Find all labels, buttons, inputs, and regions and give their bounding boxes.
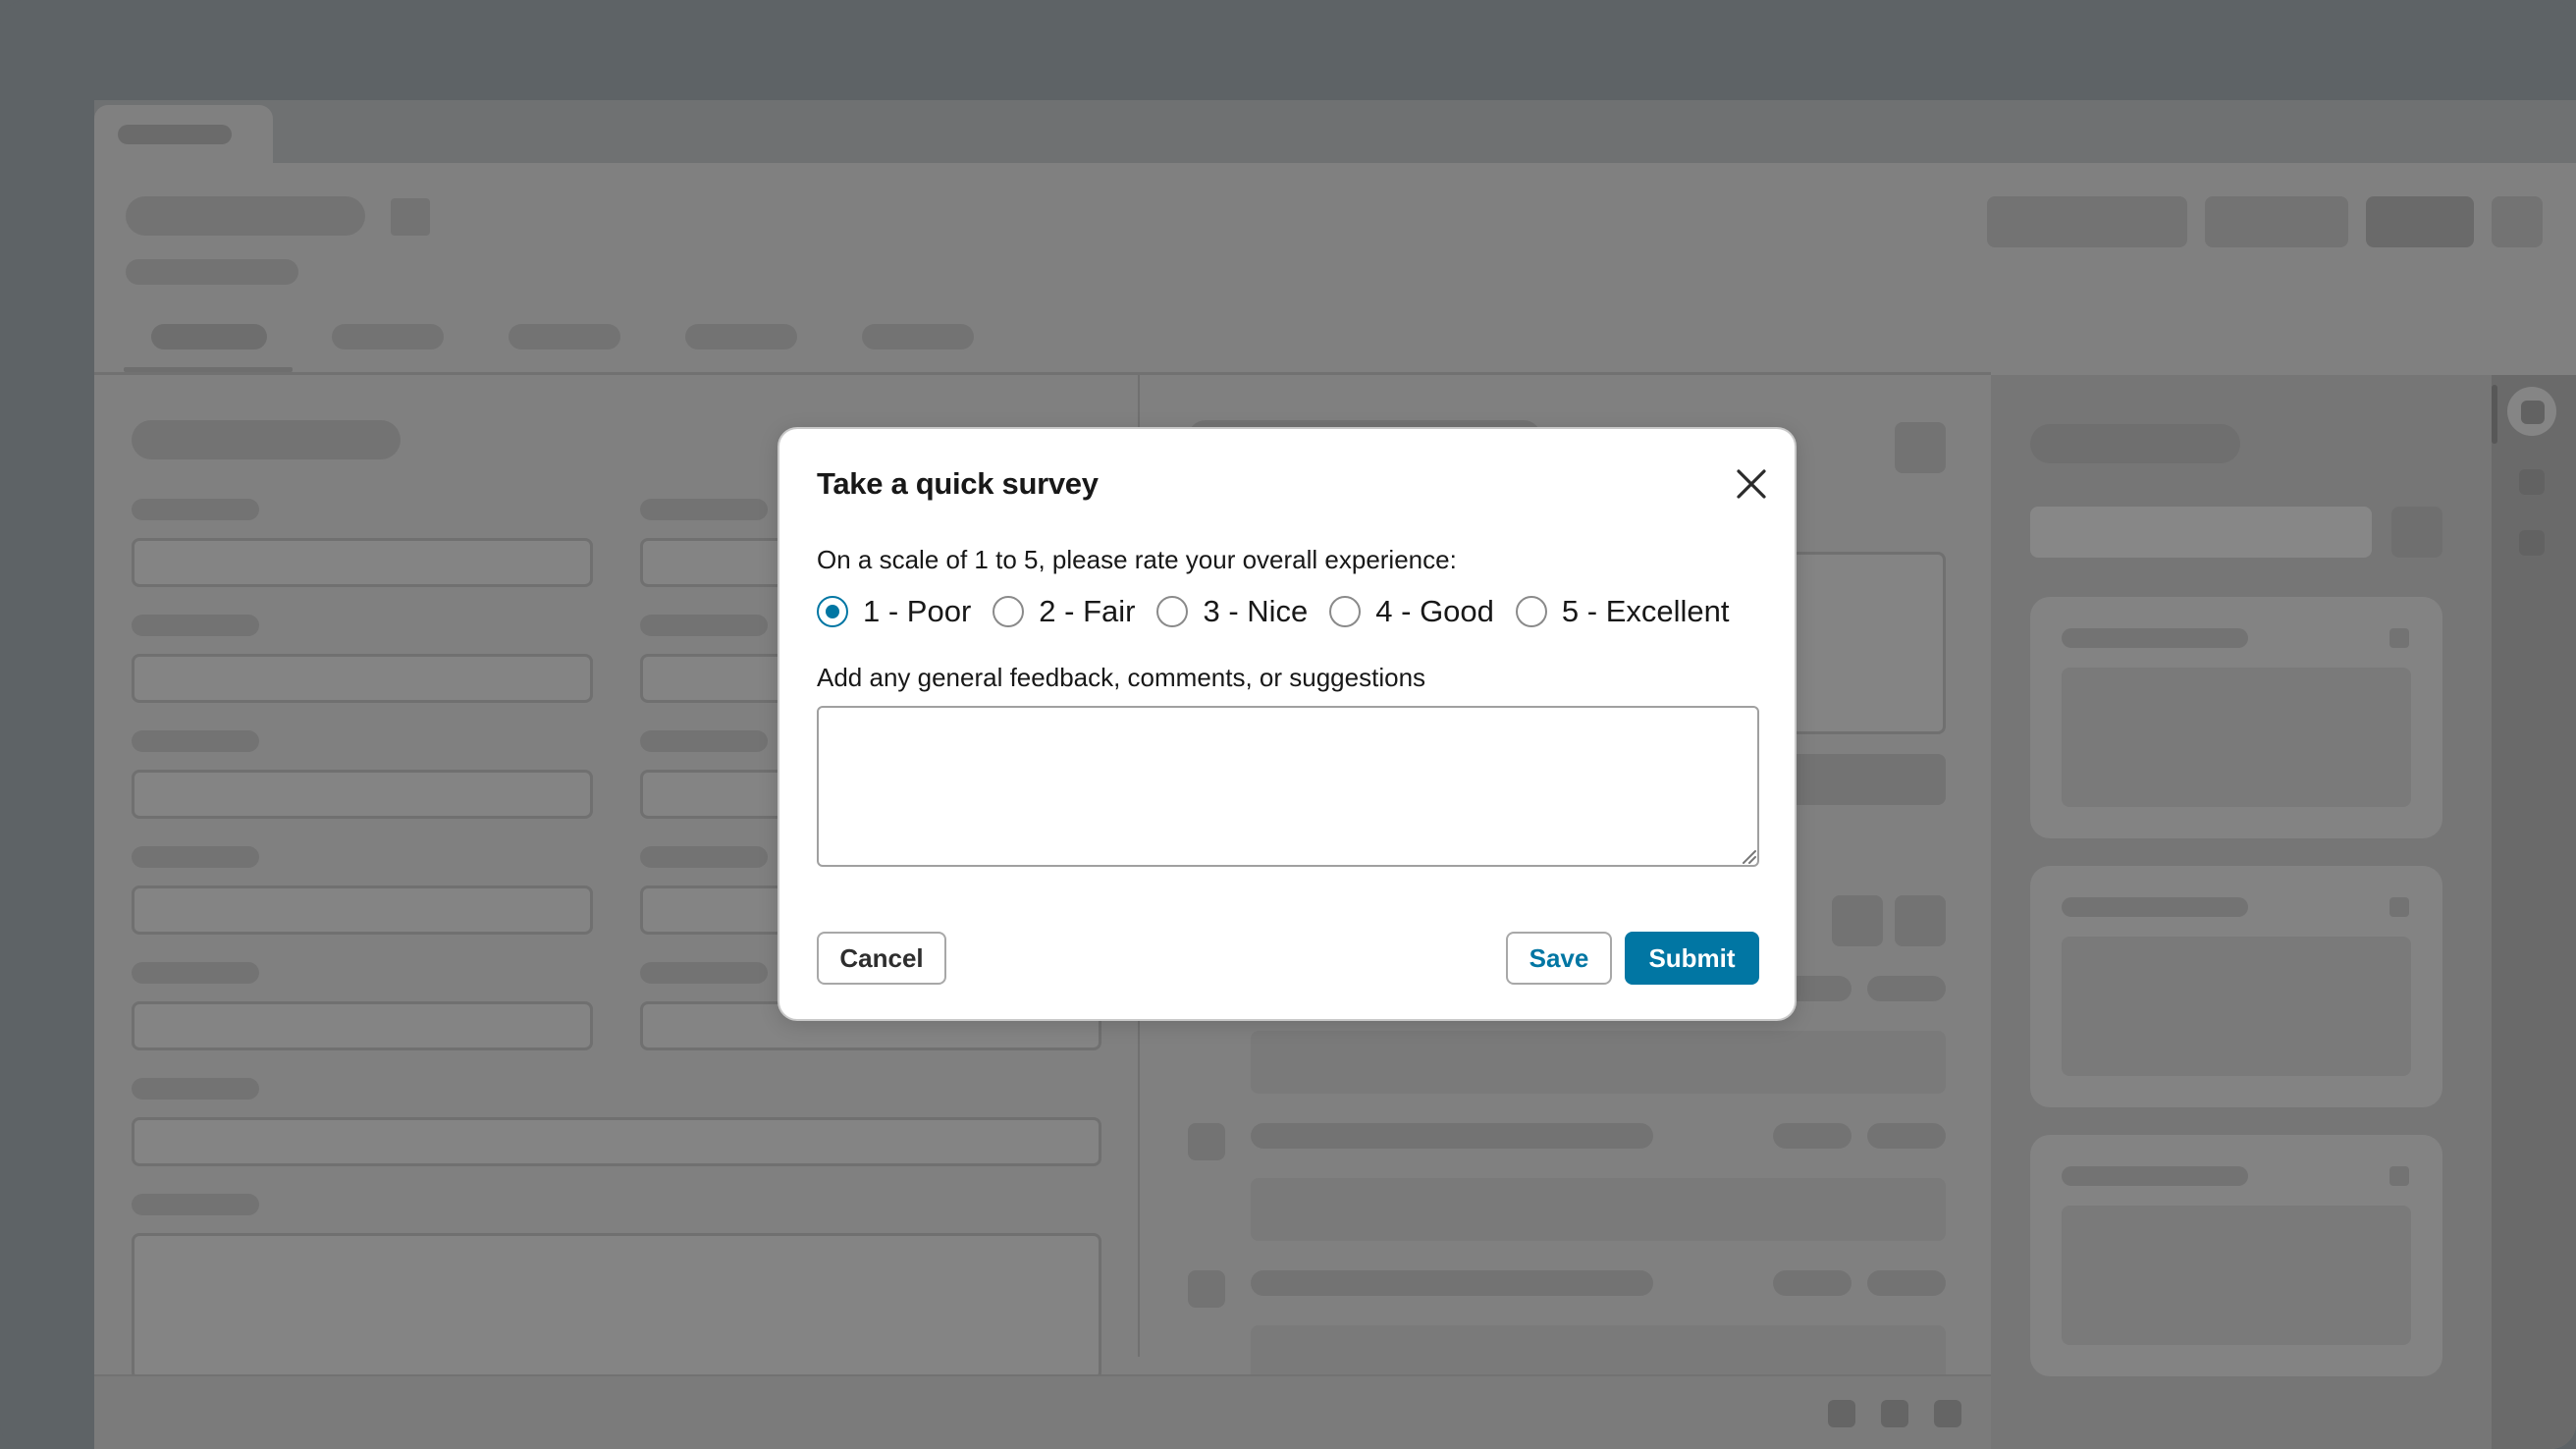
feedback-label: Add any general feedback, comments, or s… [817, 663, 1426, 692]
rating-question: On a scale of 1 to 5, please rate your o… [817, 545, 1457, 574]
rating-option-5-excellent[interactable]: 5 - Excellent [1515, 594, 1730, 629]
radio-button[interactable] [993, 596, 1025, 627]
rating-option-1-poor[interactable]: 1 - Poor [817, 594, 971, 629]
tab-placeholder [332, 324, 444, 349]
browser-tab-strip [94, 100, 2576, 166]
cancel-button[interactable]: Cancel [817, 932, 946, 985]
header-button-placeholder [2205, 196, 2348, 247]
rating-option-2-fair[interactable]: 2 - Fair [993, 594, 1135, 629]
close-button[interactable] [1732, 464, 1771, 504]
screen: Take a quick survey On a scale of 1 to 5… [0, 0, 2576, 1449]
browser-tab [94, 105, 273, 166]
rating-option-3-nice[interactable]: 3 - Nice [1156, 594, 1308, 629]
tab-placeholder [509, 324, 620, 349]
rating-option-label: 2 - Fair [1039, 594, 1136, 628]
rating-option-label: 1 - Poor [863, 594, 972, 628]
rating-option-label: 4 - Good [1375, 594, 1494, 628]
subtitle-placeholder [126, 259, 298, 285]
radio-button[interactable] [1156, 596, 1189, 627]
rating-option-label: 3 - Nice [1203, 594, 1309, 628]
tab-placeholder [862, 324, 974, 349]
feedback-textarea[interactable] [817, 706, 1759, 867]
utility-rail [2492, 375, 2576, 1449]
tab-placeholder [151, 324, 267, 349]
footer-bar [94, 1374, 1991, 1449]
modal-title: Take a quick survey [817, 466, 1099, 501]
rating-option-label: 5 - Excellent [1561, 594, 1730, 628]
radio-button[interactable] [1515, 596, 1547, 627]
radio-button[interactable] [1329, 596, 1362, 627]
tab-placeholder [685, 324, 797, 349]
submit-button[interactable]: Submit [1625, 932, 1759, 985]
rating-radio-group: 1 - Poor 2 - Fair 3 - Nice 4 - Good 5 - … [817, 592, 1729, 631]
save-button[interactable]: Save [1506, 932, 1612, 985]
resize-grip-icon[interactable] [1736, 843, 1757, 865]
radio-button-selected[interactable] [817, 596, 848, 627]
header-button-placeholder [2366, 196, 2474, 247]
close-icon [1737, 469, 1766, 499]
page-title-placeholder [126, 196, 365, 236]
header-button-placeholder [1987, 196, 2187, 247]
right-sidebar [1991, 375, 2492, 1449]
header-button-placeholder [2492, 196, 2543, 247]
header-icon-placeholder [391, 198, 430, 236]
survey-modal: Take a quick survey On a scale of 1 to 5… [778, 427, 1797, 1021]
rating-option-4-good[interactable]: 4 - Good [1329, 594, 1494, 629]
